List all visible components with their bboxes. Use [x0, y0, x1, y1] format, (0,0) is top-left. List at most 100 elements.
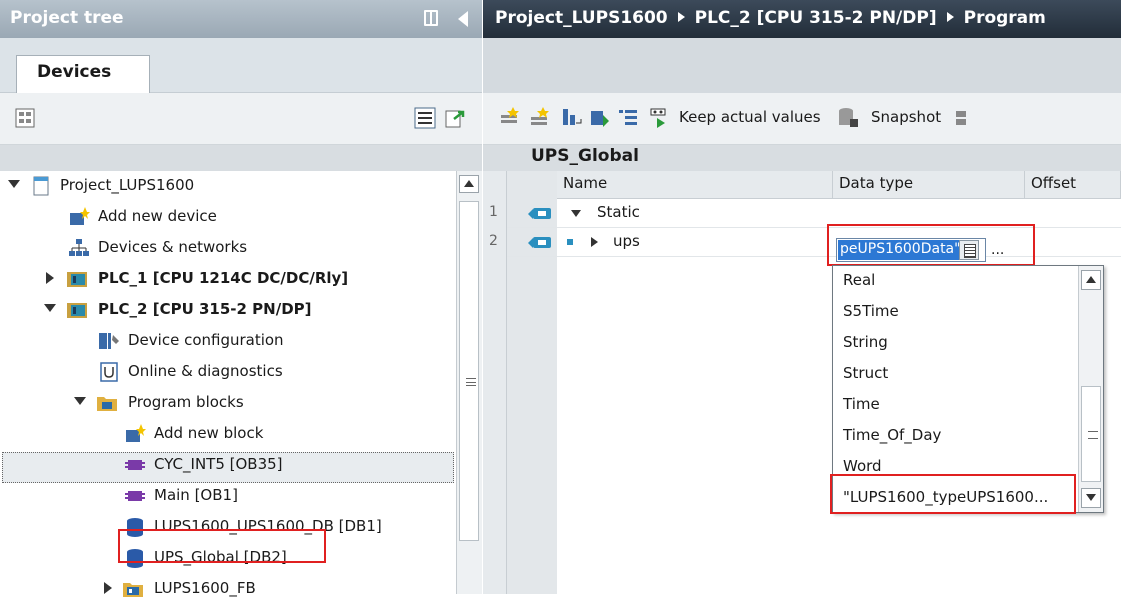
project-tree-header: Project tree — [0, 0, 482, 38]
diagnostics-icon — [100, 362, 118, 382]
dropdown-option[interactable]: String — [833, 328, 1077, 359]
member-bullet-icon — [567, 239, 573, 245]
tree-item-label: LUPS1600_FB — [154, 579, 256, 597]
tree-item-label: Project_LUPS1600 — [60, 176, 195, 194]
column-header-data-type[interactable]: Data type — [833, 171, 1025, 199]
highlight-data-type-input — [827, 224, 1035, 266]
tree-header-strip — [0, 145, 482, 171]
grip-icon — [1088, 431, 1098, 439]
breadcrumb-item-project[interactable]: Project_LUPS1600 — [495, 8, 668, 28]
block-title: UPS_Global — [483, 145, 1121, 171]
dropdown-option[interactable]: Struct — [833, 359, 1077, 390]
tree-item-program-blocks[interactable]: Program blocks — [0, 388, 456, 419]
monitor-icon[interactable] — [649, 107, 671, 129]
project-tree-panel: Project tree Devices Project_LUPS1600 Ad… — [0, 0, 482, 597]
snapshot-button[interactable]: Snapshot — [871, 108, 941, 126]
keep-actual-values-button[interactable]: Keep actual values — [679, 108, 821, 126]
tree-item-lups1600-fb[interactable]: LUPS1600_FB — [0, 574, 456, 605]
tree-item-label: Online & diagnostics — [128, 362, 283, 380]
expand-right-icon[interactable] — [591, 237, 598, 247]
tree-item-main[interactable]: Main [OB1] — [0, 481, 456, 512]
tree-item-plc1[interactable]: PLC_1 [CPU 1214C DC/DC/Rly] — [0, 264, 456, 295]
tree-item-label: Device configuration — [128, 331, 284, 349]
expand-down-icon[interactable] — [571, 210, 581, 217]
collapse-panel-icon[interactable] — [458, 11, 468, 27]
tab-bar: Devices — [0, 38, 482, 93]
pin-icon[interactable] — [424, 10, 438, 26]
column-header-offset[interactable]: Offset — [1025, 171, 1121, 199]
tree-scrollbar[interactable] — [456, 171, 482, 594]
interface-tag-icon — [528, 208, 551, 219]
overview-icon[interactable] — [14, 107, 36, 129]
tree-item-add-new-device[interactable]: Add new device — [0, 202, 456, 233]
expand-right-icon[interactable] — [46, 272, 54, 284]
dropdown-scroll-up-button[interactable] — [1081, 270, 1101, 290]
folder-icon — [97, 397, 117, 411]
column-header-name[interactable]: Name — [557, 171, 833, 199]
export-icon[interactable] — [444, 107, 466, 129]
editor-tab-area — [483, 38, 1121, 93]
tab-devices[interactable]: Devices — [16, 55, 150, 93]
breadcrumb-item-plc[interactable]: PLC_2 [CPU 315-2 PN/DP] — [695, 8, 937, 28]
dropdown-option[interactable]: S5Time — [833, 297, 1077, 328]
dropdown-option[interactable]: Real — [833, 266, 1077, 297]
tree-item-label: Program blocks — [128, 393, 244, 411]
detail-view-icon[interactable] — [414, 107, 436, 129]
expand-down-icon[interactable] — [44, 304, 56, 312]
tree-item-online-diagnostics[interactable]: Online & diagnostics — [0, 357, 456, 388]
indent-icon[interactable] — [617, 107, 639, 129]
editor-toolbar: Keep actual values Snapshot — [483, 93, 1121, 145]
dropdown-scrollbar[interactable] — [1078, 266, 1103, 512]
row-number: 1 — [483, 199, 507, 228]
grip-icon — [466, 378, 476, 386]
scroll-thumb[interactable] — [459, 201, 479, 541]
tree-item-plc2[interactable]: PLC_2 [CPU 315-2 PN/DP] — [0, 295, 456, 326]
tree-item-project[interactable]: Project_LUPS1600 — [0, 171, 456, 202]
editor-panel: Project_LUPS1600 PLC_2 [CPU 315-2 PN/DP] P… — [483, 0, 1121, 594]
expand-right-icon[interactable] — [104, 582, 112, 594]
add-device-icon — [70, 207, 90, 225]
project-icon — [33, 176, 49, 196]
scroll-up-button[interactable] — [459, 175, 479, 193]
tree-item-label: PLC_2 [CPU 315-2 PN/DP] — [98, 300, 312, 318]
highlight-ups-global — [118, 529, 326, 563]
ob-icon — [125, 491, 145, 501]
plc-icon — [67, 272, 87, 287]
add-block-icon — [126, 424, 146, 442]
breadcrumb: Project_LUPS1600 PLC_2 [CPU 315-2 PN/DP] P… — [483, 0, 1121, 38]
tree-item-label: Devices & networks — [98, 238, 248, 256]
tree-item-label: CYC_INT5 [OB35] — [154, 455, 283, 473]
dropdown-option[interactable]: Time — [833, 390, 1077, 421]
ob-icon — [125, 460, 145, 470]
insert-row-icon[interactable] — [499, 107, 521, 129]
expand-all-icon[interactable] — [561, 107, 583, 129]
breadcrumb-separator-icon — [946, 12, 954, 22]
fb-folder-icon — [123, 583, 143, 597]
add-row-icon[interactable] — [529, 107, 551, 129]
plc-icon — [67, 303, 87, 318]
dropdown-scroll-down-button[interactable] — [1081, 488, 1101, 508]
collapse-all-icon[interactable] — [589, 107, 611, 129]
breadcrumb-separator-icon — [677, 12, 685, 22]
tree-item-label: PLC_1 [CPU 1214C DC/DC/Rly] — [98, 269, 349, 287]
project-tree-toolbar — [0, 93, 482, 145]
tree-item-cyc-int5[interactable]: CYC_INT5 [OB35] — [0, 450, 456, 481]
project-tree-title: Project tree — [10, 8, 124, 28]
breadcrumb-item-program[interactable]: Program — [964, 8, 1046, 28]
tree-item-devices-networks[interactable]: Devices & networks — [0, 233, 456, 264]
more-toolbar-icon[interactable] — [955, 107, 967, 129]
expand-down-icon[interactable] — [8, 180, 20, 188]
tree-item-label: Main [OB1] — [154, 486, 238, 504]
row-name[interactable]: ups — [613, 232, 640, 250]
device-config-icon — [99, 333, 119, 349]
snapshot-db-icon[interactable] — [837, 107, 859, 129]
row-number: 2 — [483, 228, 507, 257]
expand-down-icon[interactable] — [74, 397, 86, 405]
interface-tag-icon — [528, 237, 551, 248]
tree-item-device-configuration[interactable]: Device configuration — [0, 326, 456, 357]
dropdown-scroll-thumb[interactable] — [1081, 386, 1101, 482]
tree-item-add-new-block[interactable]: Add new block — [0, 419, 456, 450]
dropdown-option[interactable]: Time_Of_Day — [833, 421, 1077, 452]
row-name[interactable]: Static — [597, 203, 640, 221]
network-icon — [69, 239, 89, 256]
